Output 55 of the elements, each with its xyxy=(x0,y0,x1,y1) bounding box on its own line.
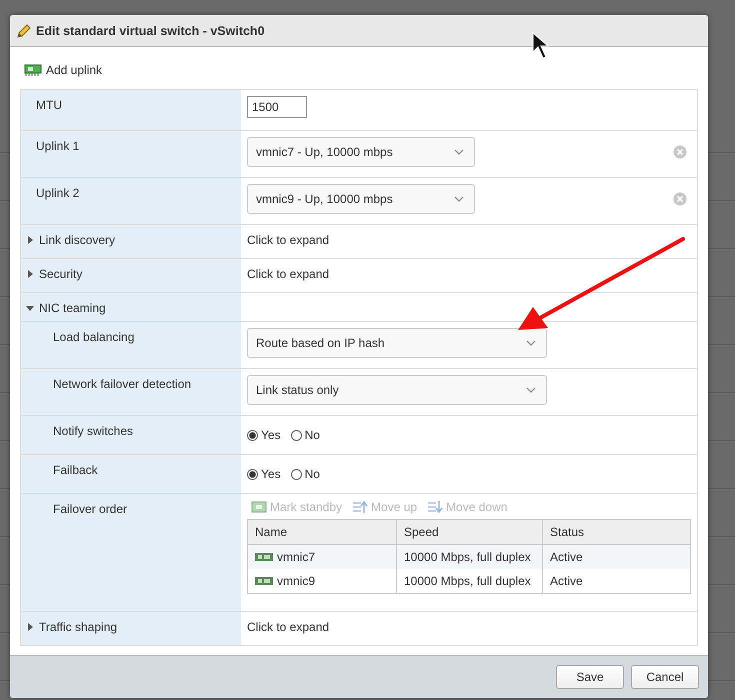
network-card-icon xyxy=(255,576,273,586)
table-cell: vmnic9 xyxy=(277,574,316,588)
move-up-icon xyxy=(352,500,368,514)
click-to-expand-link[interactable]: Click to expand xyxy=(247,265,330,281)
column-header[interactable]: Speed xyxy=(397,520,543,544)
radio-option[interactable]: No xyxy=(290,428,320,442)
window-title: Edit standard virtual switch - vSwitch0 xyxy=(36,24,265,38)
mtu-input[interactable]: 1500 xyxy=(247,96,307,118)
remove-icon[interactable] xyxy=(673,192,687,206)
table-cell: vmnic7 xyxy=(277,550,316,564)
field-label: Uplink 1 xyxy=(36,139,80,153)
field-label: Failover order xyxy=(53,502,128,516)
field-label: MTU xyxy=(36,98,62,112)
column-header[interactable]: Status xyxy=(543,520,690,544)
caret-icon xyxy=(26,304,34,312)
table-cell: 10000 Mbps, full duplex xyxy=(397,569,543,593)
network-card-icon xyxy=(251,500,267,514)
radio-option[interactable]: Yes xyxy=(247,428,281,442)
section-toggle[interactable]: Link discovery xyxy=(26,233,116,247)
section-toggle[interactable]: NIC teaming xyxy=(26,301,106,315)
table-cell: 10000 Mbps, full duplex xyxy=(397,545,543,569)
column-header[interactable]: Name xyxy=(248,520,397,544)
table-cell-text: Active xyxy=(549,573,584,590)
field-label: Load balancing xyxy=(53,330,134,344)
dropdown[interactable]: vmnic7 - Up, 10000 mbps xyxy=(247,137,475,167)
click-to-expand-link[interactable]: Click to expand xyxy=(247,231,330,247)
radio-option[interactable]: Yes xyxy=(247,467,281,481)
caret-icon xyxy=(26,270,34,278)
dropdown[interactable]: Link status only xyxy=(247,375,547,405)
click-to-expand-link[interactable]: Click to expand xyxy=(247,618,330,634)
chevron-down-icon xyxy=(454,149,464,155)
field-label: Uplink 2 xyxy=(36,186,80,200)
chevron-down-icon xyxy=(526,387,536,393)
section-toggle[interactable]: Traffic shaping xyxy=(26,620,118,634)
chevron-down-icon xyxy=(526,340,536,346)
section-toggle[interactable]: Security xyxy=(26,267,82,281)
dropdown[interactable]: vmnic9 - Up, 10000 mbps xyxy=(247,184,475,214)
field-label: Failback xyxy=(53,463,98,477)
dialog-button[interactable]: Save xyxy=(556,665,624,689)
pencil-icon xyxy=(16,22,32,38)
caret-icon xyxy=(26,236,34,244)
network-card-icon xyxy=(24,63,42,77)
cursor-icon xyxy=(532,32,550,59)
chevron-down-icon xyxy=(454,196,464,202)
field-label: Network failover detection xyxy=(53,377,192,391)
network-card-icon xyxy=(255,552,273,562)
table-cell-text: Active xyxy=(549,549,584,566)
radio-option[interactable]: No xyxy=(290,467,320,481)
caret-icon xyxy=(26,623,34,631)
add-uplink-button[interactable]: Add uplink xyxy=(24,63,102,77)
dialog-button[interactable]: Cancel xyxy=(631,665,699,689)
field-label: Notify switches xyxy=(53,424,134,438)
move-down-icon xyxy=(427,500,444,514)
dropdown[interactable]: Route based on IP hash xyxy=(247,328,547,358)
remove-icon[interactable] xyxy=(673,145,687,159)
